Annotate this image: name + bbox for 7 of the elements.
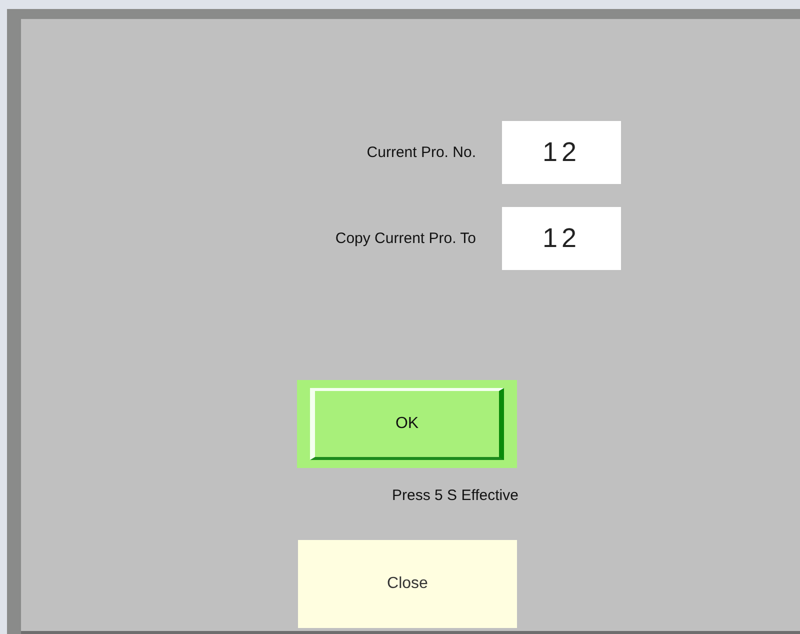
number-field[interactable]: 12 <box>502 207 621 270</box>
field-label: Copy Current Pro. To <box>335 230 476 247</box>
number-field[interactable]: 12 <box>502 121 621 184</box>
close-button[interactable]: Close <box>298 540 517 628</box>
ok-button[interactable]: OK <box>297 380 517 468</box>
field-label: Current Pro. No. <box>366 144 476 161</box>
hint-text: Press 5 S Effective <box>392 487 518 504</box>
